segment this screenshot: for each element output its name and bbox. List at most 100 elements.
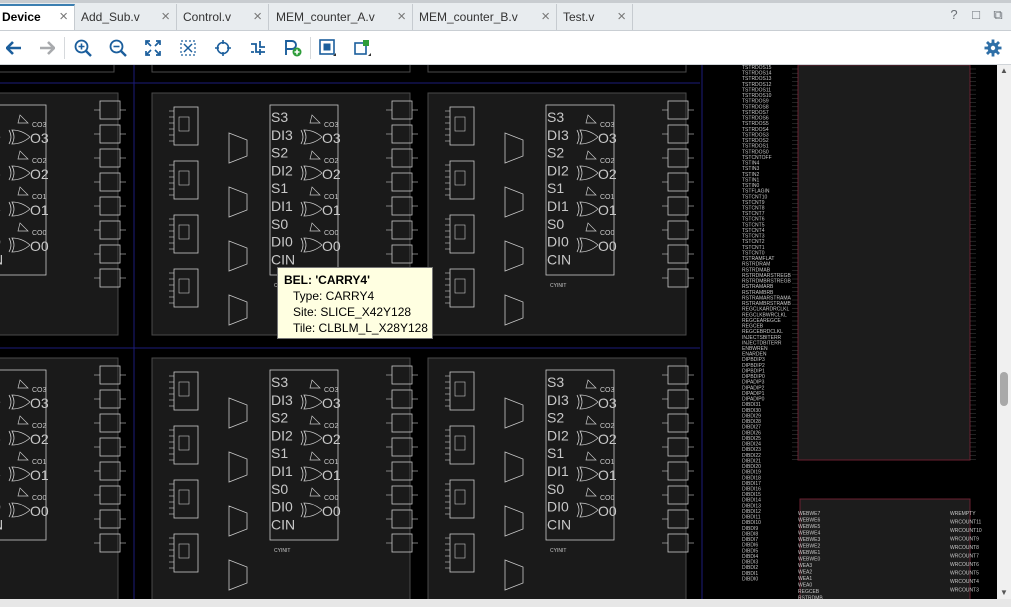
tab-mem-counter-a-v[interactable]: MEM_counter_A.v × [270, 4, 413, 30]
bram-pin-label: WRCOUNT11 [950, 520, 982, 526]
carry-port-label: CIN [0, 251, 3, 267]
carry-port-label: DI3 [271, 127, 293, 143]
back-icon[interactable] [4, 38, 24, 58]
carry-output-label: O2 [598, 431, 617, 447]
carry-port-label: S1 [271, 180, 288, 196]
carry-port-label: S3 [547, 374, 564, 390]
bram-pin-label: WEA1 [798, 576, 812, 582]
routing-resources-icon[interactable] [248, 38, 268, 58]
route-nodes-icon[interactable] [353, 38, 373, 58]
carry-port-label: S2 [547, 410, 564, 426]
help-icon[interactable]: ? [947, 6, 961, 24]
show-bels-icon[interactable] [318, 38, 338, 58]
carry-port-label: DI0 [547, 499, 569, 515]
settings-gear-icon[interactable] [983, 38, 1003, 58]
zoom-in-icon[interactable] [73, 38, 93, 58]
toolbar-separator [310, 37, 311, 59]
carry-port-label: DI1 [271, 463, 293, 479]
scroll-up-icon[interactable]: ▲ [997, 65, 1011, 77]
carry-output-label: O3 [322, 395, 341, 411]
carry-co-label: CO3 [324, 122, 339, 129]
carry-co-label: CO2 [324, 423, 339, 430]
carry-co-label: CO2 [600, 158, 615, 165]
device-toolbar [0, 31, 1011, 65]
tab-mem-counter-b-v[interactable]: MEM_counter_B.v × [413, 4, 557, 30]
tile-partial [0, 65, 115, 73]
vertical-scrollbar[interactable]: ▲ ▼ [997, 65, 1011, 599]
carry-output-label: O1 [30, 202, 49, 218]
bram-pin-label: WRCOUNT6 [950, 562, 979, 568]
tab-label: Device [2, 10, 41, 24]
bram-pin-label: WEA0 [798, 583, 812, 589]
carry-co-label: CO1 [32, 194, 47, 201]
tab-device[interactable]: Device × [0, 4, 75, 30]
bram-pin-label: WEBWE5 [798, 524, 820, 530]
carry-output-label: O1 [30, 467, 49, 483]
editor-tab-bar: Device × Add_Sub.v × Control.v × MEM_counter_A… [0, 0, 1011, 31]
tab-bar-window-controls: ? □ ⧉ [947, 6, 1005, 26]
carry-co-label: CO3 [324, 387, 339, 394]
bram-pin-label: WRCOUNT8 [950, 545, 979, 551]
zoom-fit-icon[interactable] [143, 38, 163, 58]
carry-co-label: CO1 [600, 459, 615, 466]
device-view-canvas[interactable]: S3DI3S2DI2S1DI1S0DI0CINO3CO3O2CO2O1CO1O0… [0, 65, 997, 599]
carry-port-label: CIN [547, 251, 571, 267]
bram-pin-label: WEBWE3 [798, 537, 820, 543]
autofit-selection-icon[interactable] [213, 38, 233, 58]
carry-port-label: S2 [547, 145, 564, 161]
close-tab-icon[interactable]: × [161, 4, 170, 30]
tooltip-tile: Tile: CLBLM_L_X28Y128 [293, 321, 428, 335]
close-tab-icon[interactable]: × [59, 6, 68, 28]
bel-tooltip: BEL: 'CARRY4' Type: CARRY4 Site: SLICE_X… [277, 267, 433, 339]
carry-port-label: DI3 [547, 127, 569, 143]
carry-port-label: DI1 [271, 198, 293, 214]
bram-pin-label: DIBDI0 [742, 576, 758, 582]
clb-tile: S3DI3S2DI2S1DI1S0DI0CINO3CO3O2CO2O1CO1O0… [0, 92, 126, 336]
carry-port-label: DI0 [271, 499, 293, 515]
add-pblock-icon[interactable] [283, 38, 303, 58]
carry-output-label: O2 [322, 431, 341, 447]
tab-bar-accent [0, 0, 1011, 3]
tab-control-v[interactable]: Control.v × [177, 4, 269, 30]
bram-pin-label: WRCOUNT5 [950, 571, 979, 577]
carry-port-label: S0 [547, 481, 564, 497]
scroll-down-icon[interactable]: ▼ [997, 587, 1011, 599]
clb-tile: S3DI3S2DI2S1DI1S0DI0CINO3CO3O2CO2O1CO1O0… [427, 92, 694, 336]
carry-output-label: O3 [598, 130, 617, 146]
tab-test-v[interactable]: Test.v × [557, 4, 633, 30]
close-tab-icon[interactable]: × [541, 4, 550, 30]
carry-output-label: O1 [322, 467, 341, 483]
bram-tile-upper [797, 65, 971, 461]
restore-window-icon[interactable]: □ [969, 6, 983, 24]
bram-pin-label: WEA2 [798, 570, 812, 576]
zoom-selection-icon[interactable] [178, 38, 198, 58]
forward-icon[interactable] [37, 38, 57, 58]
carry-port-label: S2 [271, 145, 288, 161]
carry-port-label: DI3 [271, 392, 293, 408]
bram-pin-label: WEA3 [798, 563, 812, 569]
bram-pin-label: WEBWE4 [798, 531, 820, 537]
carry-output-label: O1 [322, 202, 341, 218]
tooltip-type: Type: CARRY4 [293, 289, 375, 303]
clb-tile: S3DI3S2DI2S1DI1S0DI0CINO3CO3O2CO2O1CO1O0… [0, 357, 126, 599]
close-tab-icon[interactable]: × [253, 4, 262, 30]
tab-add-sub-v[interactable]: Add_Sub.v × [75, 4, 177, 30]
scrollbar-thumb[interactable] [1000, 372, 1008, 406]
bram-pin-label: WEBWE2 [798, 544, 820, 550]
close-tab-icon[interactable]: × [397, 4, 406, 30]
carry-port-label: DI2 [271, 427, 293, 443]
tooltip-site: Site: SLICE_X42Y128 [293, 305, 412, 319]
zoom-out-icon[interactable] [108, 38, 128, 58]
carry-co-label: CO0 [32, 230, 47, 237]
carry-co-label: CO1 [324, 459, 339, 466]
close-tab-icon[interactable]: × [617, 4, 626, 30]
float-window-icon[interactable]: ⧉ [991, 6, 1005, 24]
carry-output-label: O0 [598, 238, 617, 254]
carry-output-label: O3 [30, 130, 49, 146]
horizontal-scrollbar[interactable] [0, 599, 1011, 607]
clb-tile: S3DI3S2DI2S1DI1S0DI0CINO3CO3O2CO2O1CO1O0… [151, 357, 418, 599]
carry-co-label: CO1 [32, 459, 47, 466]
device-layout-svg[interactable]: S3DI3S2DI2S1DI1S0DI0CINO3CO3O2CO2O1CO1O0… [0, 65, 997, 599]
tab-label: Add_Sub.v [81, 10, 140, 24]
carry-output-label: O3 [598, 395, 617, 411]
